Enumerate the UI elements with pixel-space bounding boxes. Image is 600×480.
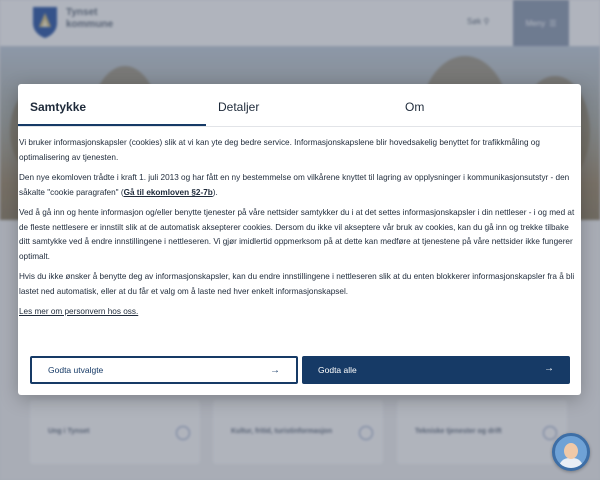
avatar-body [559, 458, 583, 468]
arrow-right-icon: → [544, 363, 554, 374]
consent-paragraph-2: Den nye ekomloven trådte i kraft 1. juli… [19, 171, 580, 200]
accept-all-label: Godta alle [318, 365, 357, 375]
privacy-link[interactable]: Les mer om personvern hos oss. [19, 307, 138, 316]
paragraph-2-text: Den nye ekomloven trådte i kraft 1. juli… [19, 173, 570, 197]
paragraph-2-end: ). [212, 187, 218, 197]
consent-text: Vi bruker informasjonskapsler (cookies) … [19, 136, 580, 366]
tab-om[interactable]: Om [405, 100, 424, 114]
tab-detaljer[interactable]: Detaljer [218, 100, 259, 114]
consent-paragraph-3: Ved å gå inn og hente informasjon og/ell… [19, 208, 575, 261]
dialog-tabs: Samtykke Detaljer Om [18, 84, 581, 127]
accept-all-button[interactable]: Godta alle → [302, 356, 570, 384]
tab-samtykke[interactable]: Samtykke [30, 100, 86, 114]
accept-selected-button[interactable]: Godta utvalgte → [30, 356, 298, 384]
arrow-right-icon: → [270, 365, 280, 376]
ekomloven-link[interactable]: Gå til ekomloven §2-7b [124, 188, 213, 197]
consent-paragraph-1: Vi bruker informasjonskapsler (cookies) … [19, 138, 540, 162]
consent-paragraph-4: Hvis du ikke ønsker å benytte deg av inf… [19, 272, 575, 296]
avatar-icon [564, 443, 578, 459]
chat-assistant-button[interactable] [552, 433, 590, 471]
active-tab-indicator [18, 124, 206, 126]
cookie-consent-dialog: Samtykke Detaljer Om Vi bruker informasj… [18, 84, 581, 395]
accept-selected-label: Godta utvalgte [48, 365, 104, 375]
